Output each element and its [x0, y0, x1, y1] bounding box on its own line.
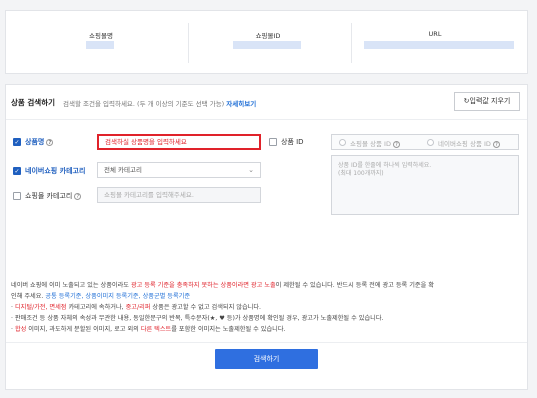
mall-product-id-label: 쇼핑몰 상품 ID?	[350, 138, 400, 148]
guidelines-links[interactable]: 공통 등록기준, 상품이미지 등록기준, 상품군별 등록기준	[45, 293, 190, 300]
product-id-textarea[interactable]: 상품 ID를 한줄에 하나씩 입력하세요. (최대 100개까지)	[331, 155, 519, 215]
naver-category-checkbox[interactable]: ✓	[13, 167, 21, 175]
textarea-placeholder-1: 상품 ID를 한줄에 하나씩 입력하세요.	[338, 162, 432, 169]
mall-category-input[interactable]: 쇼핑몰 카테고리를 입력해주세요.	[97, 187, 261, 203]
mall-category-label: 쇼핑몰 카테고리?	[25, 191, 82, 201]
mall-product-id-radio[interactable]	[339, 139, 346, 146]
naver-product-id-radio[interactable]	[427, 139, 434, 146]
notice-highlight: 합성	[14, 326, 27, 333]
notice-block: 네이버 쇼핑에 이미 노출되고 있는 상품이라도 광고 등록 기준을 충족하지 …	[11, 280, 526, 335]
naver-product-id-text: 네이버쇼핑 상품 ID	[438, 140, 491, 148]
column-divider	[188, 23, 189, 63]
notice-highlight: 광고 등록 기준을 충족하지 못하는 상품이라면 광고 노출	[130, 282, 276, 289]
help-link[interactable]: 자세히보기	[226, 100, 256, 108]
mall-category-text: 쇼핑몰 카테고리	[25, 192, 73, 200]
naver-product-id-label: 네이버쇼핑 상품 ID?	[438, 138, 500, 148]
notice-highlight: 디지털/가전, 면세점	[14, 304, 67, 311]
notice-text: 인해 주세요.	[11, 293, 46, 300]
notice-text: 를 포함한 이미지는 노출제한될 수 있습니다.	[171, 326, 286, 333]
product-name-checkbox[interactable]: ✓	[13, 138, 21, 146]
product-name-label: 상품명?	[25, 137, 54, 147]
url-header: URL	[428, 30, 442, 38]
notice-text: 이미지, 과도하게 분할된 이미지, 로고 외의	[26, 326, 141, 333]
help-text: 검색할 조건을 입력하세요. (두 개 이상의 기준도 선택 가능)	[63, 100, 225, 108]
mall-info-card: 쇼핑몰명 쇼핑몰ID URL	[5, 10, 528, 74]
notice-text: 상품은 광고할 수 없고 검색되지 않습니다.	[150, 304, 262, 311]
reset-button[interactable]: ↻입력값 지우기	[454, 92, 520, 111]
product-id-label: 상품 ID	[281, 138, 304, 146]
notice-line-5: · 합성 이미지, 과도하게 분할된 이미지, 로고 외의 다른 텍스트를 포함…	[11, 324, 526, 335]
search-button[interactable]: 검색하기	[215, 349, 318, 369]
category-select-value: 전체 카테고리	[104, 166, 142, 174]
help-icon[interactable]: ?	[46, 138, 54, 146]
textarea-placeholder-2: (최대 100개까지)	[338, 170, 384, 177]
notice-line-2: 인해 주세요. 공통 등록기준, 상품이미지 등록기준, 상품군별 등록기준	[11, 291, 526, 302]
category-select[interactable]: 전체 카테고리 ⌄	[97, 162, 261, 178]
notice-text: 카테고리에 속하거나,	[66, 304, 126, 311]
product-id-checkbox[interactable]	[269, 138, 277, 146]
notice-text: 이 제한될 수 있습니다. 반드시 등록 전에 광고 등록 기준을 확	[275, 282, 434, 289]
help-icon[interactable]: ?	[492, 140, 500, 148]
notice-text: 네이버 쇼핑에 이미 노출되고 있는 상품이라도	[11, 282, 131, 289]
mall-id-value	[233, 41, 301, 49]
reset-label: 입력값 지우기	[469, 97, 511, 105]
search-card: 상품 검색하기 검색할 조건을 입력하세요. (두 개 이상의 기준도 선택 가…	[5, 84, 528, 390]
mall-product-id-text: 쇼핑몰 상품 ID	[350, 140, 391, 148]
product-name-text: 상품명	[25, 138, 45, 146]
naver-category-label: 네이버쇼핑 카테고리	[25, 167, 86, 175]
search-help-text: 검색할 조건을 입력하세요. (두 개 이상의 기준도 선택 가능) 자세히보기	[63, 98, 256, 108]
notice-line-1: 네이버 쇼핑에 이미 노출되고 있는 상품이라도 광고 등록 기준을 충족하지 …	[11, 280, 526, 291]
footer-divider	[6, 342, 527, 343]
notice-highlight: 다른 텍스트	[140, 326, 172, 333]
product-name-input[interactable]: 검색하실 상품명을 입력하세요	[97, 134, 261, 150]
mall-id-header: 쇼핑몰ID	[255, 32, 281, 40]
mall-name-header: 쇼핑몰명	[89, 32, 113, 40]
chevron-down-icon: ⌄	[248, 166, 254, 174]
notice-line-4: · 판매조건 등 상품 자체의 속성과 무관한 내용, 동일한문구의 반복, 특…	[11, 315, 384, 322]
mall-name-value	[86, 41, 114, 49]
help-icon[interactable]: ?	[74, 192, 82, 200]
search-title: 상품 검색하기	[11, 98, 56, 107]
notice-highlight: 중고/리퍼	[125, 304, 151, 311]
header-divider	[6, 119, 527, 120]
mall-category-checkbox[interactable]	[13, 192, 21, 200]
column-divider	[351, 23, 352, 63]
url-value	[364, 41, 514, 49]
notice-line-3: · 디지털/가전, 면세점 카테고리에 속하거나, 중고/리퍼 상품은 광고할 …	[11, 302, 526, 313]
help-icon[interactable]: ?	[392, 140, 400, 148]
